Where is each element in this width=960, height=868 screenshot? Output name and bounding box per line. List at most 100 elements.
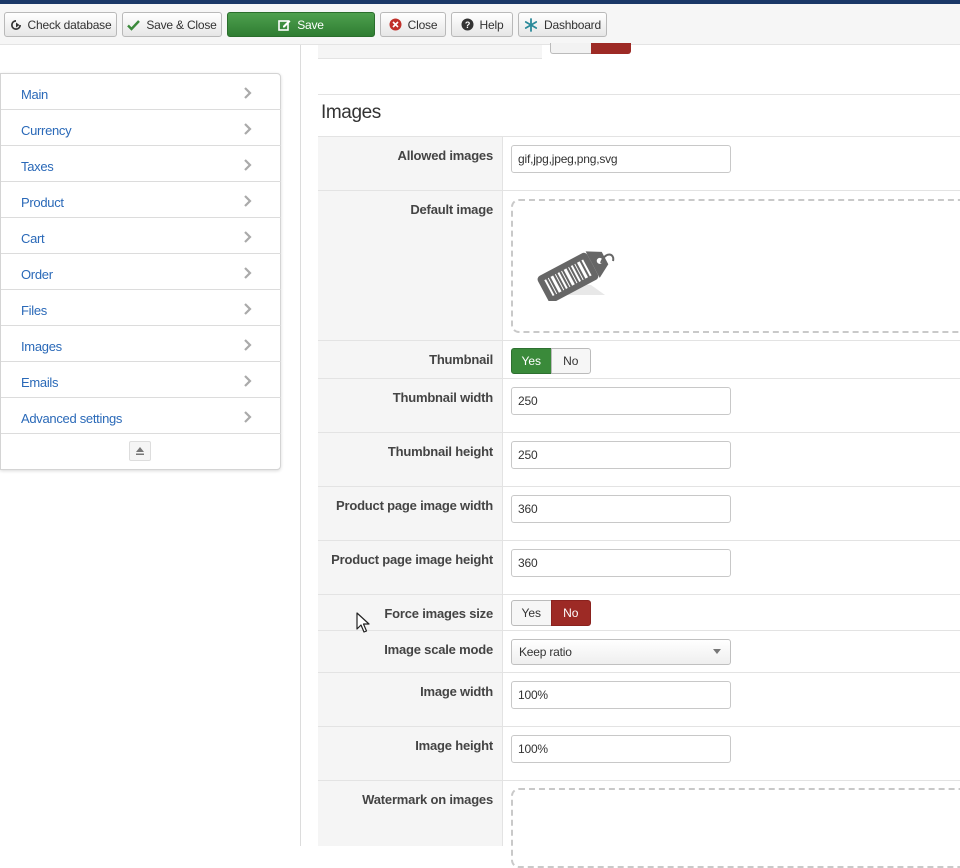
product-page-image-height-input[interactable]: [511, 549, 731, 577]
dashboard-button[interactable]: Dashboard: [518, 12, 607, 37]
force-images-size-label: Force images size: [384, 606, 493, 621]
image-scale-mode-select[interactable]: Keep ratio: [511, 639, 731, 665]
force-images-size-row: Force images size Yes No: [318, 594, 960, 630]
content-divider: [300, 45, 301, 846]
thumbnail-width-row: Thumbnail width: [318, 378, 960, 432]
sidebar-item-label: Advanced settings: [21, 411, 123, 426]
chevron-right-icon: [244, 375, 252, 387]
sidebar-item-label: Main: [21, 87, 48, 102]
image-height-input[interactable]: [511, 735, 731, 763]
save-button[interactable]: Save: [227, 12, 375, 37]
chevron-right-icon: [244, 339, 252, 351]
image-scale-mode-label-cell: Image scale mode: [318, 631, 503, 672]
image-scale-mode-value: Keep ratio: [519, 645, 572, 659]
chevron-right-icon: [244, 87, 252, 99]
sidebar-item-order[interactable]: Order: [1, 254, 281, 290]
allowed-images-label-cell: Allowed images: [318, 137, 503, 190]
default-image-label-cell: Default image: [318, 191, 503, 340]
sidebar-item-label: Emails: [21, 375, 59, 390]
product-page-image-width-row: Product page image width: [318, 486, 960, 540]
eject-icon: [136, 447, 144, 455]
collapse-menu-button[interactable]: [129, 441, 151, 461]
sidebar-item-main[interactable]: Main: [1, 74, 281, 110]
chevron-right-icon: [244, 195, 252, 207]
product-page-image-height-label-cell: Product page image height: [318, 541, 503, 594]
thumbnail-width-label: Thumbnail width: [392, 390, 493, 405]
close-button[interactable]: Close: [380, 12, 446, 37]
thumbnail-width-label-cell: Thumbnail width: [318, 379, 503, 432]
allowed-images-label: Allowed images: [397, 148, 494, 163]
thumbnail-label: Thumbnail: [429, 352, 493, 367]
default-image-label: Default image: [410, 202, 493, 217]
image-scale-mode-label: Image scale mode: [384, 642, 493, 657]
force-images-size-yes-button[interactable]: Yes: [511, 600, 552, 626]
sidebar-item-product[interactable]: Product: [1, 182, 281, 218]
thumbnail-height-input[interactable]: [511, 441, 731, 469]
watermark-on-images-row: Watermark on images: [318, 780, 960, 868]
image-width-input[interactable]: [511, 681, 731, 709]
sidebar-item-label: Files: [21, 303, 47, 318]
sidebar-item-label: Taxes: [21, 159, 54, 174]
chevron-down-icon: [713, 649, 721, 654]
watermark-on-images-label: Watermark on images: [362, 792, 493, 807]
save-close-label: Save & Close: [146, 17, 217, 32]
dashboard-icon: [524, 17, 538, 32]
sidebar-item-label: Cart: [21, 231, 45, 246]
previous-field-label-cell: [318, 45, 542, 59]
price-tag-icon: [537, 251, 615, 301]
previous-toggle-yes[interactable]: [550, 43, 592, 54]
sidebar-item-label: Images: [21, 339, 62, 354]
previous-toggle-no[interactable]: [591, 43, 631, 54]
allowed-images-input[interactable]: [511, 145, 731, 173]
chevron-right-icon: [244, 303, 252, 315]
image-width-label: Image width: [420, 684, 493, 699]
force-images-size-toggle: Yes No: [511, 600, 591, 626]
sidebar-item-currency[interactable]: Currency: [1, 110, 281, 146]
image-width-label-cell: Image width: [318, 673, 503, 726]
help-icon: ?: [461, 18, 474, 31]
dashboard-label: Dashboard: [544, 17, 601, 32]
thumbnail-height-label-cell: Thumbnail height: [318, 433, 503, 486]
thumbnail-width-input[interactable]: [511, 387, 731, 415]
chevron-right-icon: [244, 267, 252, 279]
chevron-right-icon: [244, 123, 252, 135]
check-database-label: Check database: [27, 17, 112, 32]
save-close-button[interactable]: Save & Close: [122, 12, 222, 37]
sidebar-item-label: Order: [21, 267, 53, 282]
image-scale-mode-row: Image scale mode Keep ratio: [318, 630, 960, 672]
thumbnail-toggle: Yes No: [511, 348, 591, 374]
sidebar-menu: Main Currency Taxes Product Cart Order F…: [0, 73, 281, 470]
sidebar-item-label: Product: [21, 195, 64, 210]
check-database-button[interactable]: Check database: [4, 12, 117, 37]
close-circle-icon: [389, 18, 402, 31]
sidebar-item-advanced-settings[interactable]: Advanced settings: [1, 398, 281, 434]
sidebar-item-files[interactable]: Files: [1, 290, 281, 326]
thumbnail-height-row: Thumbnail height: [318, 432, 960, 486]
image-height-label-cell: Image height: [318, 727, 503, 780]
chevron-right-icon: [244, 231, 252, 243]
thumbnail-yes-button[interactable]: Yes: [511, 348, 552, 374]
thumbnail-no-button[interactable]: No: [550, 348, 591, 374]
sidebar-item-taxes[interactable]: Taxes: [1, 146, 281, 182]
svg-text:?: ?: [464, 20, 469, 30]
sidebar-item-cart[interactable]: Cart: [1, 218, 281, 254]
product-page-image-width-input[interactable]: [511, 495, 731, 523]
edit-icon: [278, 19, 291, 31]
product-page-image-height-label: Product page image height: [331, 552, 493, 567]
sidebar-item-images[interactable]: Images: [1, 326, 281, 362]
help-button[interactable]: ? Help: [451, 12, 513, 37]
image-width-row: Image width: [318, 672, 960, 726]
default-image-dropzone[interactable]: [511, 199, 960, 333]
force-images-size-label-cell: Force images size: [318, 595, 503, 630]
thumbnail-label-cell: Thumbnail: [318, 341, 503, 378]
checkmark-icon: [127, 19, 141, 31]
force-images-size-no-button[interactable]: No: [550, 600, 591, 626]
previous-field-row: [318, 43, 960, 95]
chevron-right-icon: [244, 159, 252, 171]
watermark-dropzone[interactable]: [511, 788, 960, 868]
sidebar-item-emails[interactable]: Emails: [1, 362, 281, 398]
allowed-images-row: Allowed images: [318, 136, 960, 190]
toolbar: Check database Save & Close Save Close ?…: [0, 4, 960, 45]
thumbnail-row: Thumbnail Yes No: [318, 340, 960, 378]
default-image-row: Default image: [318, 190, 960, 340]
